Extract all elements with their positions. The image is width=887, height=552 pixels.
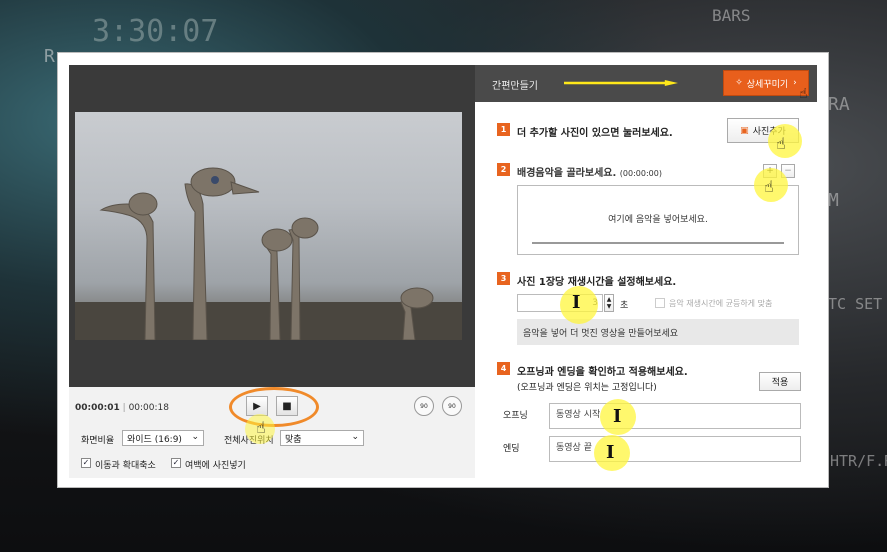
seconds-unit: 초 (620, 301, 629, 311)
fill-margin-checkbox[interactable]: ✓ (171, 458, 181, 468)
play-controls-highlight-ring (229, 387, 319, 427)
music-duration: (00:00:00) (619, 169, 662, 178)
detail-decorate-label: 상세꾸미기 (746, 79, 789, 90)
time-total: 00:00:18 (128, 403, 169, 413)
rotate-right-icon: 90 (448, 402, 456, 410)
ending-field[interactable]: 동영상 끝 (549, 436, 801, 462)
quick-make-panel: 간편만들기 ✧ 상세꾸미기 › 1 더 추가할 사진이 있으면 눌러보세요. ▣… (475, 65, 817, 478)
opening-label: 오프닝 (503, 411, 528, 421)
quick-make-window: 00:00:01 | 00:00:18 ▶ ■ 90 90 화면비율 와이드 (… (58, 53, 828, 487)
music-placeholder: 여기에 음악을 넣어보세요. (608, 215, 708, 225)
apply-button[interactable]: 적용 (759, 372, 801, 391)
background-ra-label: RA (828, 94, 850, 115)
rotate-left-button[interactable]: 90 (414, 396, 434, 416)
step1-text: 더 추가할 사진이 있으면 눌러보세요. (517, 128, 673, 139)
ending-label: 엔딩 (503, 444, 520, 454)
background-r-label: R (44, 46, 55, 67)
background-m-label: M (828, 190, 839, 211)
opening-value: 동영상 시작 (556, 410, 601, 420)
ending-value: 동영상 끝 (556, 443, 592, 453)
opening-field[interactable]: 동영상 시작 (549, 403, 801, 429)
background-clock: 3:30:07 (92, 14, 219, 49)
detail-decorate-button[interactable]: ✧ 상세꾸미기 › (723, 70, 809, 96)
step2-text: 배경음악을 골라보세요. (00:00:00) (517, 164, 662, 179)
minus-icon: − (784, 166, 792, 176)
hand-cursor-icon: ☝ (776, 134, 786, 153)
background-htr-label: HTR/F.RA (830, 452, 887, 470)
text-cursor-icon: I (606, 442, 615, 463)
hand-cursor-icon: ☝ (764, 177, 774, 196)
sync-music-label: 음악 재생시간에 균등하게 맞춤 (669, 299, 773, 308)
apply-label: 적용 (771, 378, 789, 388)
aspect-select[interactable]: 와이드 (16:9) ⌄ (122, 430, 204, 446)
ostrich-photo (75, 167, 462, 340)
time-current: 00:00:01 (75, 403, 120, 413)
arrow-right-icon (564, 80, 678, 86)
hand-cursor-icon: ☝ (256, 418, 266, 437)
step-number: 2 (497, 163, 510, 176)
music-tip: 음악을 넣어 더 멋진 영상을 만들어보세요 (517, 319, 799, 345)
sync-music-checkbox[interactable] (655, 298, 665, 308)
fit-value: 맞춤 (285, 435, 302, 445)
playback-time: 00:00:01 | 00:00:18 (75, 403, 169, 413)
preview-image (75, 112, 462, 340)
text-cursor-icon: I (613, 406, 622, 427)
aspect-value: 와이드 (16:9) (127, 435, 182, 445)
text-cursor-icon: I (572, 292, 581, 313)
background-tcset-label: TC SET (828, 295, 883, 313)
fill-margin-label: 여백에 사진넣기 (185, 461, 246, 471)
background-bars-label: BARS (712, 6, 751, 25)
chevron-right-icon: › (793, 78, 797, 88)
chevron-down-icon: ⌄ (351, 432, 359, 442)
magic-wand-icon: ✧ (735, 78, 743, 88)
move-zoom-label: 이동과 확대축소 (95, 461, 156, 471)
rotate-right-button[interactable]: 90 (442, 396, 462, 416)
chevron-down-icon: ⌄ (191, 432, 199, 442)
step4-subtext: (오프닝과 엔딩은 위치는 고정입니다) (517, 383, 657, 393)
rotate-left-icon: 90 (420, 402, 428, 410)
step3-text: 사진 1장당 재생시간을 설정해보세요. (517, 277, 677, 288)
seconds-spinner[interactable]: ▲ ▼ (604, 294, 614, 312)
move-zoom-checkbox[interactable]: ✓ (81, 458, 91, 468)
aspect-label: 화면비율 (81, 436, 115, 446)
step-number: 1 (497, 123, 510, 136)
step2-title: 배경음악을 골라보세요. (517, 168, 617, 179)
hand-cursor-icon: ☝ (799, 86, 808, 102)
step-number: 4 (497, 362, 510, 375)
step4-text: 오프닝과 엔딩을 확인하고 적용해보세요. (517, 367, 688, 378)
fit-select[interactable]: 맞춤 ⌄ (280, 430, 364, 446)
music-timeline (532, 242, 784, 244)
add-photo-icon: ▣ (740, 125, 749, 136)
step-number: 3 (497, 272, 510, 285)
